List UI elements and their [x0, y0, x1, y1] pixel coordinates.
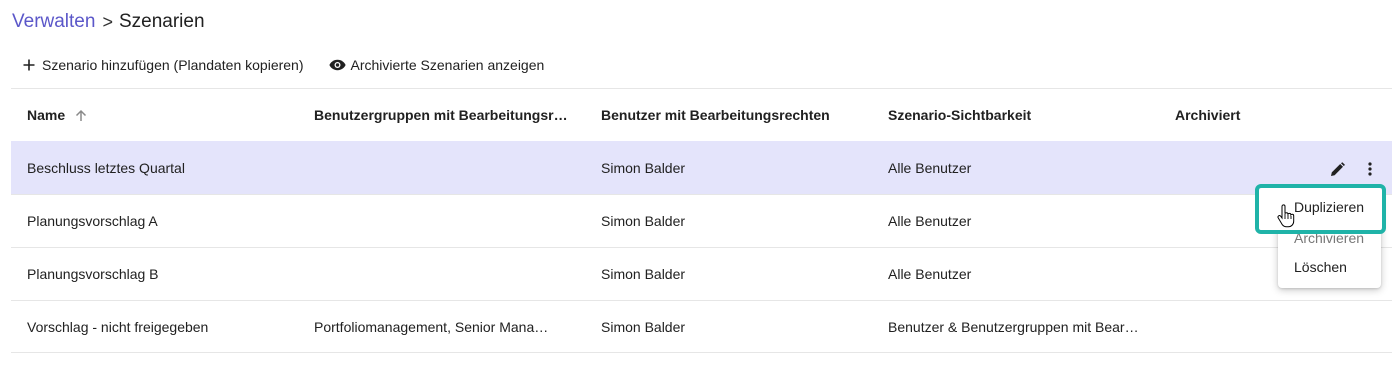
- breadcrumb: Verwalten > Szenarien: [12, 8, 205, 36]
- pencil-icon[interactable]: [1325, 157, 1349, 181]
- cell-visibility: Benutzer & Benutzergruppen mit Bearb…: [888, 318, 1146, 335]
- cell-name: Planungsvorschlag A: [27, 213, 158, 229]
- more-vertical-icon[interactable]: [1358, 157, 1382, 181]
- table-header: Name Benutzergruppen mit Bearbeitungsr… …: [11, 88, 1392, 141]
- column-header-name[interactable]: Name: [11, 107, 298, 123]
- cell-visibility: Alle Benutzer: [888, 266, 972, 282]
- column-header-groups[interactable]: Benutzergruppen mit Bearbeitungsr…: [298, 107, 585, 123]
- table-row[interactable]: Vorschlag - nicht freigegeben Portfoliom…: [11, 300, 1392, 353]
- cell-users: Simon Balder: [601, 266, 686, 282]
- column-header-visibility[interactable]: Szenario-Sichtbarkeit: [872, 107, 1159, 123]
- eye-icon: [329, 56, 347, 74]
- menu-item-delete[interactable]: Löschen: [1278, 252, 1381, 281]
- show-archived-label: Archivierte Szenarien anzeigen: [350, 57, 545, 73]
- column-header-archived[interactable]: Archiviert: [1159, 107, 1392, 123]
- table-row[interactable]: Planungsvorschlag A Simon Balder Alle Be…: [11, 194, 1392, 247]
- cell-visibility: Alle Benutzer: [888, 213, 972, 229]
- cell-name: Beschluss letztes Quartal: [27, 160, 185, 176]
- hand-pointer-icon: [1277, 204, 1295, 228]
- cell-groups: Portfoliomanagement, Senior Manage…: [314, 318, 550, 335]
- breadcrumb-link-verwalten[interactable]: Verwalten: [12, 11, 95, 33]
- menu-item-duplicate-label[interactable]: Duplizieren: [1294, 199, 1364, 215]
- page-title: Szenarien: [118, 11, 205, 32]
- cell-users: Simon Balder: [601, 318, 686, 335]
- add-scenario-label: Szenario hinzufügen (Plandaten kopieren): [42, 57, 304, 73]
- cell-name: Vorschlag - nicht freigegeben: [27, 318, 209, 335]
- cell-users: Simon Balder: [601, 160, 686, 176]
- plus-icon: [20, 56, 38, 74]
- toolbar: Szenario hinzufügen (Plandaten kopieren)…: [12, 54, 552, 76]
- arrow-up-icon[interactable]: [74, 109, 88, 123]
- table-row[interactable]: Planungsvorschlag B Simon Balder Alle Be…: [11, 247, 1392, 300]
- breadcrumb-separator: >: [102, 11, 113, 32]
- column-header-users[interactable]: Benutzer mit Bearbeitungsrechten: [585, 107, 872, 123]
- add-scenario-button[interactable]: Szenario hinzufügen (Plandaten kopieren): [12, 54, 312, 76]
- cell-name: Planungsvorschlag B: [27, 266, 159, 282]
- table-row[interactable]: Beschluss letztes Quartal Simon Balder A…: [11, 141, 1392, 194]
- scenario-table: Name Benutzergruppen mit Bearbeitungsr… …: [11, 88, 1392, 353]
- row-actions: [1325, 157, 1382, 181]
- cell-visibility: Alle Benutzer: [888, 160, 972, 176]
- show-archived-button[interactable]: Archivierte Szenarien anzeigen: [321, 54, 553, 76]
- cell-users: Simon Balder: [601, 213, 686, 229]
